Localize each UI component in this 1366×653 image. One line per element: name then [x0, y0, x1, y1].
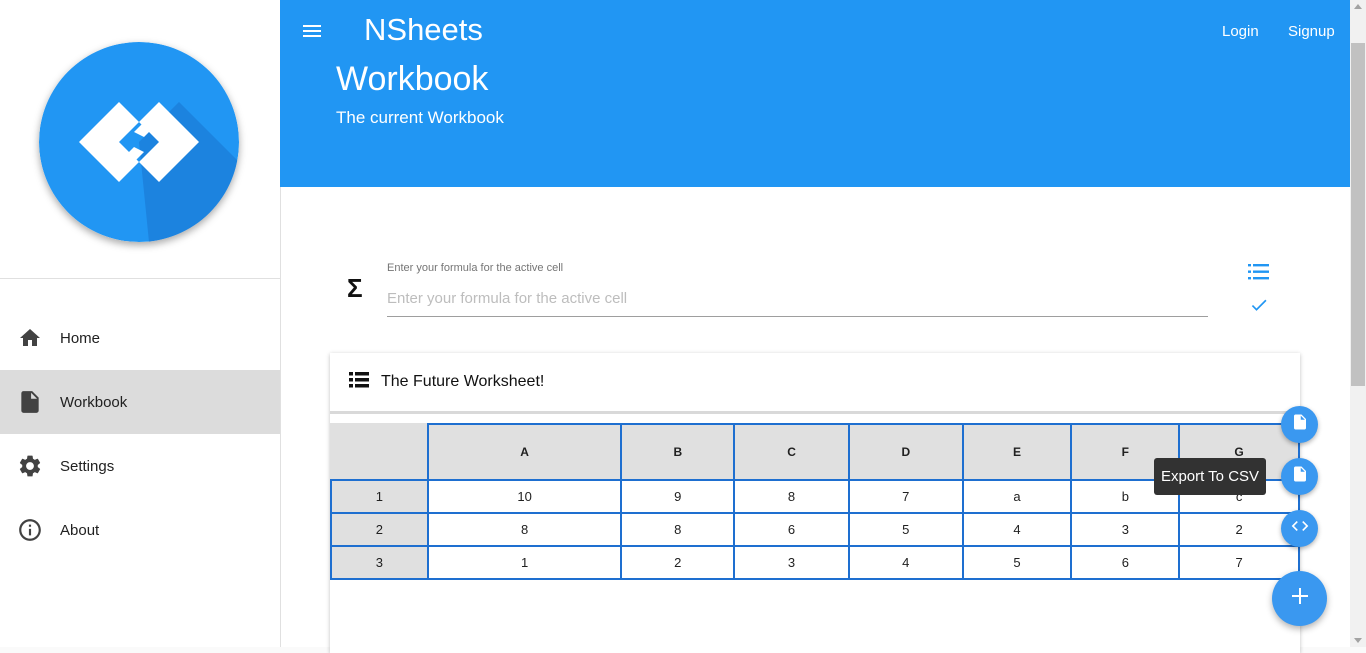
grid-cell[interactable]: 8 [426, 512, 623, 547]
grid-cell[interactable]: 4 [847, 545, 964, 580]
scroll-up-icon[interactable] [1354, 4, 1362, 9]
export-csv-tooltip: Export To CSV [1154, 458, 1266, 495]
logo-area [0, 0, 280, 279]
sidebar-item-label: About [60, 521, 100, 539]
sidebar-item-home[interactable]: Home [0, 306, 280, 370]
row-header[interactable]: 3 [330, 545, 429, 580]
column-header[interactable]: D [847, 423, 964, 481]
login-button[interactable]: Login [1222, 23, 1259, 40]
grid-cell[interactable]: 8 [733, 479, 850, 514]
sidebar-nav: Home Workbook Settings About [0, 306, 280, 562]
sidebar-item-label: Home [60, 329, 101, 347]
file-icon [1291, 464, 1309, 489]
spreadsheet-grid: A B C D E F G 1 10 9 8 7 a b c 2 8 8 6 5… [330, 423, 1300, 580]
worksheet-title: The Future Worksheet! [381, 373, 545, 390]
grid-cell[interactable]: 7 [1178, 545, 1300, 580]
check-icon[interactable] [1248, 295, 1270, 320]
page-subtitle: The current Workbook [336, 108, 504, 127]
sigma-icon: Σ [347, 273, 363, 303]
grid-cell[interactable]: 6 [733, 512, 850, 547]
file-icon [1291, 412, 1309, 437]
grid-cell[interactable]: a [961, 479, 1073, 514]
column-header[interactable]: E [961, 423, 1073, 481]
grid-cell[interactable]: 3 [1070, 512, 1181, 547]
grid-cell[interactable]: 7 [847, 479, 964, 514]
worksheet-card: The Future Worksheet! A B C D E F G 1 10… [330, 353, 1300, 653]
menu-icon[interactable] [302, 22, 322, 40]
export-csv-fab[interactable] [1281, 458, 1318, 495]
formula-label: Enter your formula for the active cell [387, 262, 564, 274]
formula-input[interactable] [387, 281, 1208, 317]
row-header[interactable]: 2 [330, 512, 429, 547]
main-content: Σ Enter your formula for the active cell… [281, 187, 1350, 653]
app-header: NSheets Workbook The current Workbook Lo… [280, 0, 1350, 187]
table-icon [349, 371, 369, 393]
file-icon [17, 389, 43, 415]
new-file-fab[interactable] [1281, 406, 1318, 443]
corner-cell [330, 423, 429, 481]
sidebar-item-settings[interactable]: Settings [0, 434, 280, 498]
grid-cell[interactable]: 8 [620, 512, 736, 547]
worksheet-header: The Future Worksheet! [330, 353, 1300, 414]
table-row: 3 1 2 3 4 5 6 7 [330, 545, 1300, 580]
grid-cell[interactable]: 10 [426, 479, 623, 514]
table-row: 2 8 8 6 5 4 3 2 [330, 512, 1300, 547]
grid-cell[interactable]: 3 [733, 545, 850, 580]
gear-icon [17, 453, 43, 479]
app-logo [39, 42, 239, 242]
column-header[interactable]: C [733, 423, 850, 481]
column-header[interactable]: A [426, 423, 623, 481]
plus-icon [1290, 586, 1310, 611]
code-icon [1290, 516, 1310, 541]
add-fab[interactable] [1272, 571, 1327, 626]
sidebar: Home Workbook Settings About [0, 0, 281, 647]
grid-cell[interactable]: 9 [620, 479, 736, 514]
column-header[interactable]: B [620, 423, 736, 481]
scroll-down-icon[interactable] [1354, 638, 1362, 643]
grid-cell[interactable]: 2 [620, 545, 736, 580]
grid-cell[interactable]: 5 [847, 512, 964, 547]
sidebar-item-label: Workbook [60, 393, 128, 411]
info-icon [17, 517, 43, 543]
row-header[interactable]: 1 [330, 479, 429, 514]
page-title: Workbook [336, 60, 489, 98]
app-title: NSheets [364, 12, 483, 47]
sidebar-item-about[interactable]: About [0, 498, 280, 562]
grid-cell[interactable]: 5 [961, 545, 1073, 580]
home-icon [17, 325, 43, 351]
sidebar-item-label: Settings [60, 457, 115, 475]
list-icon[interactable] [1248, 263, 1270, 286]
code-fab[interactable] [1281, 510, 1318, 547]
signup-button[interactable]: Signup [1288, 23, 1335, 40]
scroll-thumb[interactable] [1351, 43, 1365, 386]
grid-cell[interactable]: 4 [961, 512, 1073, 547]
grid-cell[interactable]: 6 [1070, 545, 1181, 580]
sidebar-item-workbook[interactable]: Workbook [0, 370, 280, 434]
page-scrollbar[interactable] [1350, 0, 1366, 647]
grid-cell[interactable]: 1 [426, 545, 623, 580]
